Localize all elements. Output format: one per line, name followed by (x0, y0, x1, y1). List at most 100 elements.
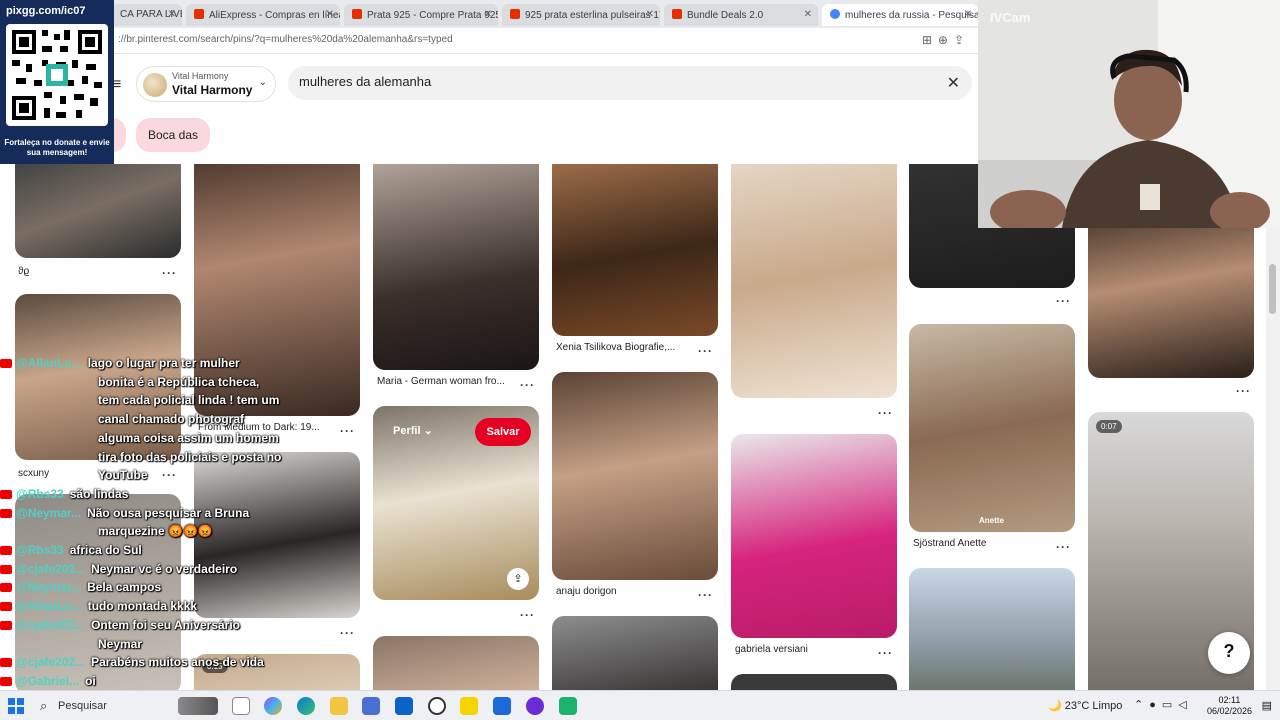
share-icon[interactable]: ⇪ (954, 33, 970, 47)
browser-tab[interactable]: AliExpress - Compras en línea par ✕ (186, 4, 340, 26)
microphone-icon[interactable]: ● (1149, 699, 1162, 711)
save-button[interactable]: Salvar (475, 418, 531, 446)
more-options-icon[interactable]: ··· (1056, 540, 1071, 554)
browser-tab[interactable]: Bundle Deals 2.0 ✕ (664, 4, 818, 26)
profile-dropdown[interactable]: Perfil ⌄ (393, 424, 433, 437)
more-options-icon[interactable]: ··· (1056, 294, 1071, 308)
chevron-up-icon[interactable]: ⌃ (1134, 699, 1149, 711)
pin-image[interactable] (552, 164, 718, 336)
copilot-icon[interactable] (264, 697, 282, 715)
pin-image[interactable] (909, 568, 1075, 690)
more-options-icon[interactable]: ··· (878, 406, 893, 420)
more-options-icon[interactable]: ··· (162, 266, 177, 280)
more-options-icon[interactable]: ··· (520, 608, 535, 622)
close-icon[interactable]: ✕ (964, 9, 972, 20)
address-bar-icons[interactable]: ⊞⊕⇪ (922, 33, 970, 47)
address-bar[interactable]: ://br.pinterest.com/search/pins/?q=mulhe… (0, 28, 980, 54)
pin-image[interactable] (373, 636, 539, 690)
browser-tab-active[interactable]: mulheres da russia - Pesquisa Goo ✕ (822, 4, 978, 26)
pin-image[interactable] (15, 164, 181, 258)
system-tray[interactable]: ⌃●▭◁ (1134, 698, 1193, 711)
chat-message: marquezine 😡😡😡 (0, 524, 213, 542)
pin-image[interactable] (552, 616, 718, 690)
more-options-icon[interactable]: ··· (878, 646, 893, 660)
chat-username: @cjafe202... (16, 655, 86, 670)
more-options-icon[interactable]: ··· (1236, 384, 1251, 398)
pin-image[interactable] (1088, 204, 1254, 378)
scrollbar[interactable] (1266, 228, 1280, 690)
scrollbar-thumb[interactable] (1269, 264, 1276, 314)
search-bar[interactable]: ✕ (288, 66, 972, 100)
more-options-icon[interactable]: ··· (698, 588, 713, 602)
more-options-icon[interactable]: ··· (340, 424, 355, 438)
pin-caption[interactable]: ϑϱ (18, 266, 29, 277)
chat-text: Não ousa pesquisar a Bruna (87, 505, 250, 520)
apps-icon[interactable]: ⊞ (922, 33, 938, 47)
question-icon: ? (1223, 641, 1235, 661)
pin-image[interactable] (731, 164, 897, 398)
tab-label: Prata 925 - Compre Prata 925 com (367, 10, 498, 21)
pin-caption[interactable]: Maria - German woman fro... (377, 376, 505, 387)
help-button[interactable]: ? (1208, 632, 1250, 674)
chat-message: Neymar (0, 637, 142, 655)
windows-start-icon[interactable] (8, 698, 24, 714)
pin-caption[interactable]: Sjöstrand Anette (913, 538, 986, 549)
account-name: Vital Harmony (172, 83, 253, 97)
pin-image[interactable] (552, 372, 718, 580)
close-icon[interactable]: ✕ (326, 9, 334, 20)
pin-image[interactable] (731, 434, 897, 638)
close-icon[interactable]: ✕ (484, 9, 492, 20)
task-view-icon[interactable] (232, 697, 250, 715)
zoom-icon[interactable]: ⊕ (938, 33, 954, 47)
chat-message: canal chamado photograf (0, 412, 244, 430)
chat-text: alguma coisa assim um homem (98, 430, 279, 445)
weather-widget[interactable]: 🌙 23°C Limpo (1048, 699, 1122, 712)
chevron-down-icon[interactable]: ⌄ (259, 77, 267, 88)
pin-image[interactable] (373, 164, 539, 370)
more-options-icon[interactable]: ··· (520, 378, 535, 392)
more-options-icon[interactable]: ··· (340, 626, 355, 640)
obs-icon[interactable] (428, 697, 446, 715)
store-icon[interactable] (362, 697, 380, 715)
chat-text: são lindas (69, 486, 129, 501)
pin-image[interactable]: Anette (909, 324, 1075, 532)
pin-caption[interactable]: gabriela versiani (735, 644, 808, 655)
image-watermark: Anette (979, 516, 1004, 525)
pin-caption[interactable]: Xenia Tsilikova Biografie,... (556, 342, 675, 353)
notifications-icon[interactable]: ▤ (1262, 699, 1272, 712)
close-icon[interactable]: ✕ (804, 9, 812, 20)
search-input[interactable] (299, 74, 899, 89)
filter-chip[interactable]: Boca das (136, 118, 211, 152)
taskbar-search[interactable]: ⌕ Pesquisar (32, 695, 172, 717)
pinterest-header: ≡ Vital Harmony Vital Harmony ⌄ ✕ Boca d… (0, 54, 980, 164)
browser-tab[interactable]: 925 prata esterlina pulseiras 17-20 ✕ (502, 4, 660, 26)
chat-message: @AllanLo... tudo montada kkkk (0, 599, 197, 617)
close-icon[interactable]: ✕ (168, 9, 176, 20)
browser-tab[interactable]: Prata 925 - Compre Prata 925 com ✕ (344, 4, 498, 26)
clock[interactable]: 02:11 06/02/2026 (1207, 695, 1252, 717)
account-switcher[interactable]: Vital Harmony Vital Harmony ⌄ (136, 66, 276, 102)
network-icon[interactable]: ▭ (1162, 699, 1178, 711)
volume-icon[interactable]: ◁ (1178, 699, 1192, 711)
pin-image[interactable] (731, 674, 897, 690)
aliexpress-icon (510, 9, 520, 19)
chat-text: marquezine 😡😡😡 (98, 524, 213, 539)
podcast-icon[interactable] (526, 697, 544, 715)
docs-icon[interactable] (493, 697, 511, 715)
notes-icon[interactable] (460, 697, 478, 715)
app-icon[interactable] (559, 697, 577, 715)
share-icon[interactable]: ⇪ (507, 568, 529, 590)
chat-message: @cjafe202... Parabéns muitos anos de vida (0, 655, 264, 673)
more-options-icon[interactable]: ··· (698, 344, 713, 358)
edge-icon[interactable] (297, 697, 315, 715)
pin-caption[interactable]: anaju dorigon (556, 586, 617, 597)
clear-icon[interactable]: ✕ (947, 73, 960, 93)
outlook-icon[interactable] (395, 697, 413, 715)
widgets-icon[interactable] (178, 697, 218, 715)
url-text[interactable]: ://br.pinterest.com/search/pins/?q=mulhe… (118, 34, 453, 45)
file-explorer-icon[interactable] (330, 697, 348, 715)
youtube-icon (0, 620, 12, 630)
browser-tab[interactable]: CA PARA LIVE 2 ✕ (112, 4, 182, 26)
pin-image-hovered[interactable]: Perfil ⌄ Salvar ⇪ (373, 406, 539, 600)
close-icon[interactable]: ✕ (646, 9, 654, 20)
